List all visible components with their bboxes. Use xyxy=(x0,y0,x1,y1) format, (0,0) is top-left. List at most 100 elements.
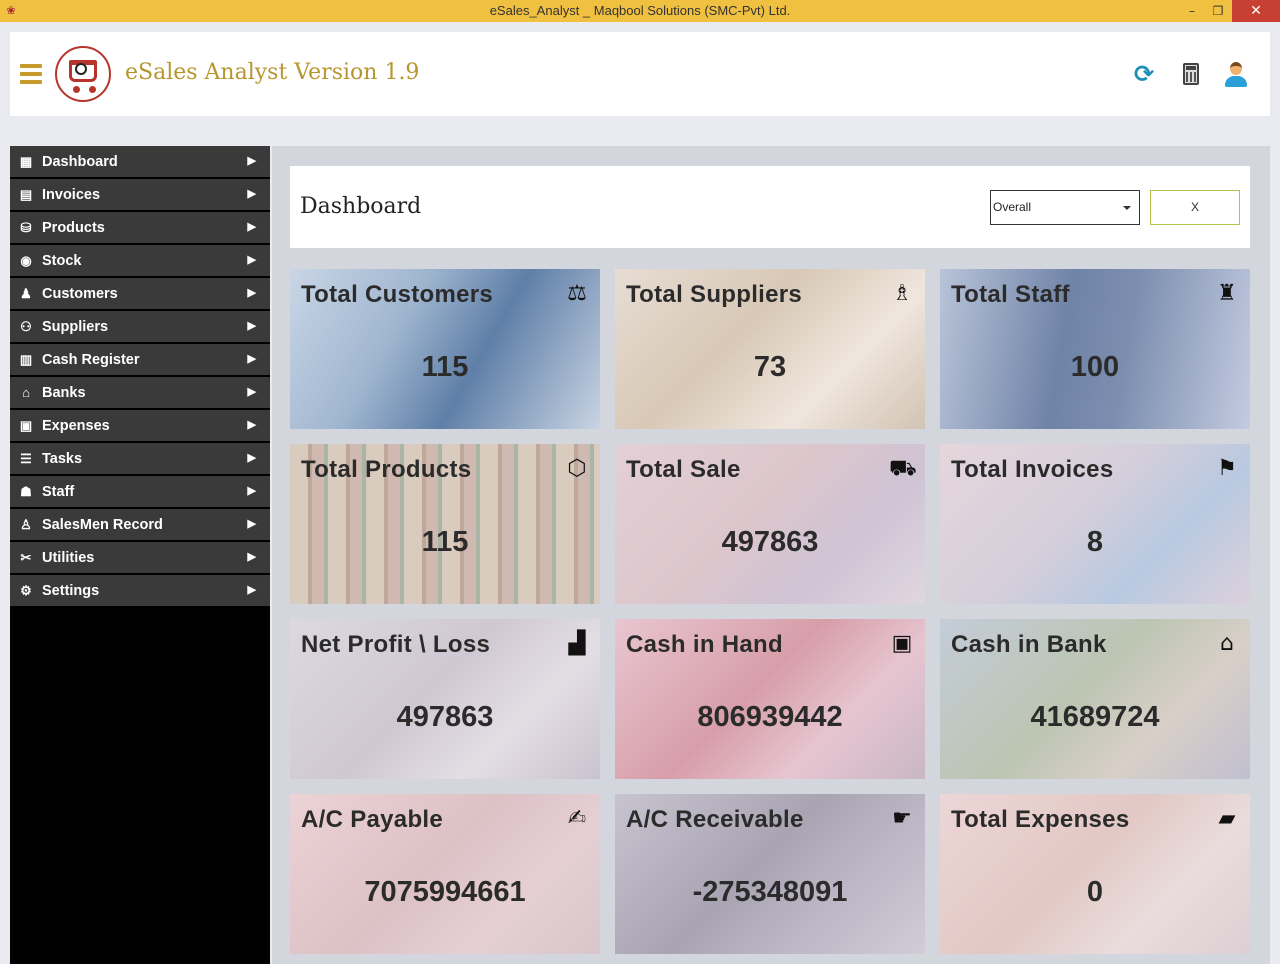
card-net-profit-loss[interactable]: Net Profit \ Loss ▟ 497863 xyxy=(290,619,600,779)
sidebar-item-label: Banks xyxy=(42,384,86,401)
bar-chart-icon: ▟ xyxy=(568,631,586,656)
page-title: Dashboard xyxy=(300,194,422,219)
card-value: 115 xyxy=(421,351,469,383)
card-total-suppliers[interactable]: Total Suppliers ♗ 73 xyxy=(615,269,925,429)
suppliers-icon: ⚇ xyxy=(20,318,32,334)
sidebar-item-label: Expenses xyxy=(42,417,110,434)
close-window-button[interactable]: ✕ xyxy=(1232,0,1280,22)
card-label: Total Invoices xyxy=(951,456,1114,483)
card-total-invoices[interactable]: Total Invoices ⚑ 8 xyxy=(940,444,1250,604)
chevron-right-icon: ▶ xyxy=(247,386,256,398)
chevron-right-icon: ▶ xyxy=(247,551,256,563)
card-label: A/C Payable xyxy=(301,806,444,833)
sidebar-item-products[interactable]: ⛁ Products ▶ xyxy=(10,212,270,243)
dashboard-header: Dashboard Overall X xyxy=(290,166,1250,248)
handshake-icon: ☛ xyxy=(892,806,912,831)
cash-register-icon: ▣ xyxy=(891,631,913,656)
bank-icon: ⌂ xyxy=(22,385,30,400)
sidebar-item-label: Staff xyxy=(42,483,75,500)
card-value: 497863 xyxy=(721,526,819,558)
chevron-right-icon: ▶ xyxy=(247,584,256,596)
sidebar-item-customers[interactable]: ♟ Customers ▶ xyxy=(10,278,270,309)
sidebar-item-settings[interactable]: ⚙ Settings ▶ xyxy=(10,575,270,606)
sidebar-item-utilities[interactable]: ✂ Utilities ▶ xyxy=(10,542,270,573)
sidebar: ▦ Dashboard ▶ ▤ Invoices ▶ ⛁ Products ▶ ◉ Stock… xyxy=(10,146,270,964)
chevron-right-icon: ▶ xyxy=(247,518,256,530)
refresh-icon[interactable]: ⟳ xyxy=(1130,60,1158,88)
staff-group-icon: ♜ xyxy=(1217,281,1237,306)
sidebar-item-label: Cash Register xyxy=(42,351,140,368)
sidebar-item-staff[interactable]: ☗ Staff ▶ xyxy=(10,476,270,507)
card-total-staff[interactable]: Total Staff ♜ 100 xyxy=(940,269,1250,429)
card-cash-in-hand[interactable]: Cash in Hand ▣ 806939442 xyxy=(615,619,925,779)
sidebar-item-label: Settings xyxy=(42,582,100,599)
sidebar-item-salesmen-record[interactable]: ♙ SalesMen Record ▶ xyxy=(10,509,270,540)
card-value: -275348091 xyxy=(692,876,848,908)
sidebar-item-expenses[interactable]: ▣ Expenses ▶ xyxy=(10,410,270,441)
chevron-right-icon: ▶ xyxy=(247,155,256,167)
salesmen-icon: ♙ xyxy=(20,516,32,532)
card-total-customers[interactable]: Total Customers ⚖ 115 xyxy=(290,269,600,429)
supplier-icon: ♗ xyxy=(892,281,912,306)
chevron-right-icon: ▶ xyxy=(247,320,256,332)
card-total-sale[interactable]: Total Sale ⛟ 497863 xyxy=(615,444,925,604)
sidebar-item-label: Tasks xyxy=(42,450,83,467)
chevron-right-icon: ▶ xyxy=(247,452,256,464)
tasks-icon: ☰ xyxy=(20,450,32,466)
sidebar-item-label: Suppliers xyxy=(42,318,109,335)
card-label: Total Staff xyxy=(951,281,1070,308)
card-label: Total Expenses xyxy=(951,806,1130,833)
card-total-products[interactable]: Total Products ⬡ 115 xyxy=(290,444,600,604)
minimize-button[interactable]: – xyxy=(1180,0,1204,22)
card-value: 0 xyxy=(1086,876,1104,908)
card-cash-in-bank[interactable]: Cash in Bank ⌂ 41689724 xyxy=(940,619,1250,779)
sidebar-item-suppliers[interactable]: ⚇ Suppliers ▶ xyxy=(10,311,270,342)
staff-icon: ☗ xyxy=(20,483,32,499)
app-header: eSales Analyst Version 1.9 ⟳ xyxy=(10,32,1270,116)
chevron-right-icon: ▶ xyxy=(247,221,256,233)
chevron-right-icon: ▶ xyxy=(247,188,256,200)
card-label: Total Products xyxy=(301,456,472,483)
cash-register-icon: ▥ xyxy=(19,351,33,367)
cheque-sign-icon: ✍ xyxy=(567,806,587,831)
chevron-right-icon: ▶ xyxy=(247,254,256,266)
utilities-icon: ✂ xyxy=(20,549,32,565)
card-label: Cash in Bank xyxy=(951,631,1107,658)
sidebar-item-dashboard[interactable]: ▦ Dashboard ▶ xyxy=(10,146,270,177)
card-ac-payable[interactable]: A/C Payable ✍ 7075994661 xyxy=(290,794,600,954)
user-icon[interactable] xyxy=(1222,60,1250,88)
sidebar-item-label: Dashboard xyxy=(42,153,118,170)
card-value: 806939442 xyxy=(697,701,843,733)
sidebar-item-cash-register[interactable]: ▥ Cash Register ▶ xyxy=(10,344,270,375)
chevron-down-icon[interactable] xyxy=(1123,206,1131,210)
chevron-right-icon: ▶ xyxy=(247,419,256,431)
window-title: eSales_Analyst _ Maqbool Solutions (SMC-… xyxy=(489,3,791,18)
sidebar-item-label: Customers xyxy=(42,285,118,302)
stock-icon: ◉ xyxy=(20,252,32,268)
maximize-button[interactable]: ❐ xyxy=(1206,0,1230,22)
card-total-expenses[interactable]: Total Expenses ▰ 0 xyxy=(940,794,1250,954)
sidebar-item-banks[interactable]: ⌂ Banks ▶ xyxy=(10,377,270,408)
card-value: 115 xyxy=(421,526,469,558)
sidebar-item-label: Utilities xyxy=(42,549,95,566)
close-dashboard-button[interactable]: X xyxy=(1150,190,1240,225)
card-value: 41689724 xyxy=(1030,701,1160,733)
chevron-right-icon: ▶ xyxy=(247,353,256,365)
customers-icon: ♟ xyxy=(20,285,32,301)
card-ac-receivable[interactable]: A/C Receivable ☛ -275348091 xyxy=(615,794,925,954)
sidebar-item-invoices[interactable]: ▤ Invoices ▶ xyxy=(10,179,270,210)
sidebar-item-label: Stock xyxy=(42,252,82,269)
period-filter-select[interactable]: Overall xyxy=(990,190,1140,225)
sidebar-item-stock[interactable]: ◉ Stock ▶ xyxy=(10,245,270,276)
app-logo xyxy=(55,46,111,102)
dashboard-icon: ▦ xyxy=(19,153,33,169)
delivery-icon: ⚑ xyxy=(1217,456,1237,481)
sidebar-item-tasks[interactable]: ☰ Tasks ▶ xyxy=(10,443,270,474)
calculator-icon[interactable] xyxy=(1178,60,1202,88)
sidebar-item-label: Invoices xyxy=(42,186,101,203)
hamburger-menu-icon[interactable] xyxy=(20,64,42,84)
settings-icon: ⚙ xyxy=(20,582,32,598)
sidebar-item-label: SalesMen Record xyxy=(42,516,163,533)
card-value: 8 xyxy=(1086,526,1104,558)
card-label: Total Suppliers xyxy=(626,281,803,308)
